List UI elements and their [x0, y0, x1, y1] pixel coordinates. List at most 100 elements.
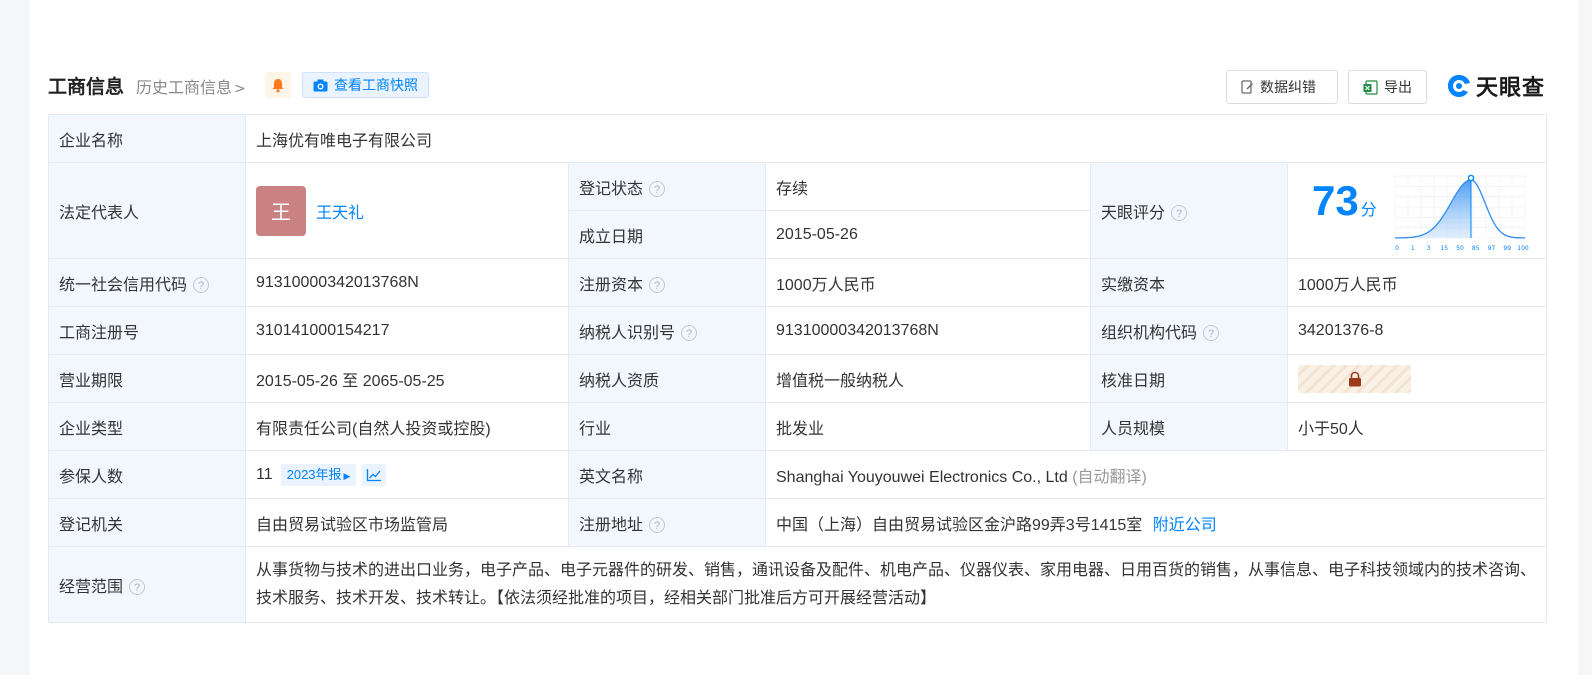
staff-size-label: 人员规模: [1090, 402, 1288, 451]
insured-count: 11: [256, 465, 273, 483]
snapshot-button-label: 查看工商快照: [334, 78, 418, 94]
table-row: 营业期限 2015-05-26 至 2065-05-25 纳税人资质 增值税一般…: [48, 354, 1548, 403]
reg-capital-label: 注册资本: [579, 276, 644, 294]
english-name-cell: Shanghai Youyouwei Electronics Co., Ltd …: [764, 450, 1548, 499]
credit-code: 91310000342013768N: [245, 258, 569, 307]
history-link[interactable]: 历史工商信息 >: [136, 74, 246, 98]
registration-authority: 自由贸易试验区市场监管局: [245, 498, 569, 547]
section-header: 工商信息 历史工商信息 > 查看工商快照 数据纠错 导出 天眼查: [48, 66, 1546, 104]
table-row: 法定代表人 王王天礼 登记状态? 存续 天眼评分? 73 分 0 1 3 15 50 85 9…: [48, 162, 1548, 259]
reg-no-label: 工商注册号: [48, 306, 246, 355]
chart-tick-label: 15: [1441, 245, 1449, 252]
business-info-table: 企业名称 上海优有唯电子有限公司 法定代表人 王王天礼 登记状态? 存续 天眼评…: [48, 114, 1548, 623]
address-label: 注册地址: [579, 516, 644, 534]
chart-tick-label: 99: [1504, 245, 1512, 252]
table-row: 经营范围? 从事货物与技术的进出口业务，电子产品、电子元器件的研发、销售，通讯设…: [48, 546, 1548, 623]
english-name: Shanghai Youyouwei Electronics Co., Ltd: [776, 468, 1068, 486]
legal-rep-link[interactable]: 王天礼: [316, 205, 364, 222]
legal-rep-label: 法定代表人: [48, 162, 246, 259]
business-scope: 从事货物与技术的进出口业务，电子产品、电子元器件的研发、销售，通讯设备及配件、机…: [244, 546, 1548, 623]
company-type-label: 企业类型: [48, 402, 246, 451]
table-row: 统一社会信用代码? 91310000342013768N 注册资本? 1000万…: [48, 258, 1548, 307]
avatar[interactable]: 王: [256, 185, 306, 236]
address-label-cell: 注册地址?: [568, 498, 766, 547]
annual-report-label: 2023年报: [286, 466, 342, 482]
caret-right-icon: ▶: [343, 470, 351, 481]
chart-tick-label: 3: [1427, 245, 1431, 252]
company-name: 上海优有唯电子有限公司: [244, 114, 1548, 163]
monitor-button[interactable]: [265, 72, 291, 98]
excel-icon: [1363, 79, 1378, 95]
staff-size: 小于50人: [1286, 402, 1548, 451]
question-icon[interactable]: ?: [193, 277, 210, 294]
question-icon[interactable]: ?: [1203, 325, 1220, 342]
nearby-companies-link[interactable]: 附近公司: [1153, 517, 1217, 534]
rating-distribution-chart: 0 1 3 15 50 85 97 99 100: [1394, 174, 1529, 252]
scope-label-cell: 经营范围?: [48, 546, 246, 623]
reg-status: 存续: [765, 162, 1091, 211]
logo-text: 天眼查: [1476, 76, 1546, 101]
reg-no: 310141000154217: [245, 306, 569, 355]
snapshot-button[interactable]: 查看工商快照: [302, 72, 429, 98]
chart-tick-label: 50: [1456, 245, 1464, 252]
chart-tick-label: 97: [1488, 245, 1496, 252]
question-icon[interactable]: ?: [681, 325, 698, 342]
trend-icon: [367, 468, 382, 481]
paid-capital-label: 实缴资本: [1090, 258, 1288, 307]
taxpayer-id: 91310000342013768N: [765, 306, 1091, 355]
term-label: 营业期限: [48, 354, 246, 403]
lock-icon: [1348, 371, 1361, 386]
question-icon[interactable]: ?: [649, 517, 666, 534]
chart-tick-label: 0: [1395, 245, 1399, 252]
taxpayer-id-label-cell: 纳税人识别号?: [568, 306, 766, 355]
annual-report-button[interactable]: 2023年报 ▶: [280, 463, 357, 486]
industry: 批发业: [765, 402, 1091, 451]
authority-label: 登记机关: [48, 498, 246, 547]
table-row: 登记机关 自由贸易试验区市场监管局 注册地址? 中国（上海）自由贸易试验区金沪路…: [48, 498, 1548, 547]
rating-cell[interactable]: 73 分 0 1 3 15 50 85 97 99 100: [1286, 162, 1548, 259]
insured-label: 参保人数: [48, 450, 246, 499]
rating-label-cell: 天眼评分?: [1090, 162, 1288, 259]
trend-button[interactable]: [362, 463, 387, 486]
insured-cell: 11 2023年报 ▶: [245, 450, 569, 499]
reg-capital: 1000万人民币: [765, 258, 1091, 307]
english-name-label: 英文名称: [568, 450, 766, 499]
chevron-right-icon: >: [234, 81, 246, 97]
table-row: 工商注册号 310141000154217 纳税人识别号? 9131000034…: [48, 306, 1548, 355]
taxpayer-id-label: 纳税人识别号: [579, 324, 676, 342]
reg-status-label: 登记状态: [579, 180, 644, 198]
question-icon[interactable]: ?: [649, 181, 666, 198]
approval-date-cell: [1286, 354, 1548, 403]
org-code: 34201376-8: [1286, 306, 1548, 355]
rating-unit: 分: [1360, 201, 1377, 219]
section-title: 工商信息: [48, 76, 125, 98]
camera-icon: [313, 79, 328, 91]
locked-value[interactable]: [1298, 364, 1411, 393]
chart-tick-label: 100: [1517, 245, 1529, 252]
chart-score-dot: [1467, 174, 1475, 181]
founded-label: 成立日期: [568, 210, 766, 259]
rating-score: 73: [1312, 176, 1359, 224]
table-row: 企业类型 有限责任公司(自然人投资或控股) 行业 批发业 人员规模 小于50人: [48, 402, 1548, 451]
logo-icon: [1448, 75, 1470, 97]
table-row: 企业名称 上海优有唯电子有限公司: [48, 114, 1548, 163]
paid-capital: 1000万人民币: [1286, 258, 1548, 307]
org-code-label-cell: 组织机构代码?: [1090, 306, 1288, 355]
data-correction-label: 数据纠错: [1260, 80, 1316, 96]
question-icon[interactable]: ?: [649, 277, 666, 294]
tianyancha-logo: 天眼查: [1446, 70, 1545, 102]
bell-icon: [272, 78, 284, 92]
credit-code-label-cell: 统一社会信用代码?: [48, 258, 246, 307]
industry-label: 行业: [568, 402, 766, 451]
question-icon[interactable]: ?: [129, 579, 146, 596]
tax-qual-label: 纳税人资质: [568, 354, 766, 403]
org-code-label: 组织机构代码: [1101, 324, 1198, 342]
data-correction-button[interactable]: 数据纠错: [1226, 70, 1338, 104]
founded-date: 2015-05-26: [765, 210, 1091, 259]
registered-address: 中国（上海）自由贸易试验区金沪路99弄3号1415室: [776, 516, 1143, 534]
edit-icon: [1241, 80, 1253, 94]
export-button[interactable]: 导出: [1348, 70, 1427, 104]
question-icon[interactable]: ?: [1171, 205, 1188, 222]
address-cell: 中国（上海）自由贸易试验区金沪路99弄3号1415室 附近公司: [764, 498, 1548, 547]
credit-code-label: 统一社会信用代码: [59, 276, 188, 294]
